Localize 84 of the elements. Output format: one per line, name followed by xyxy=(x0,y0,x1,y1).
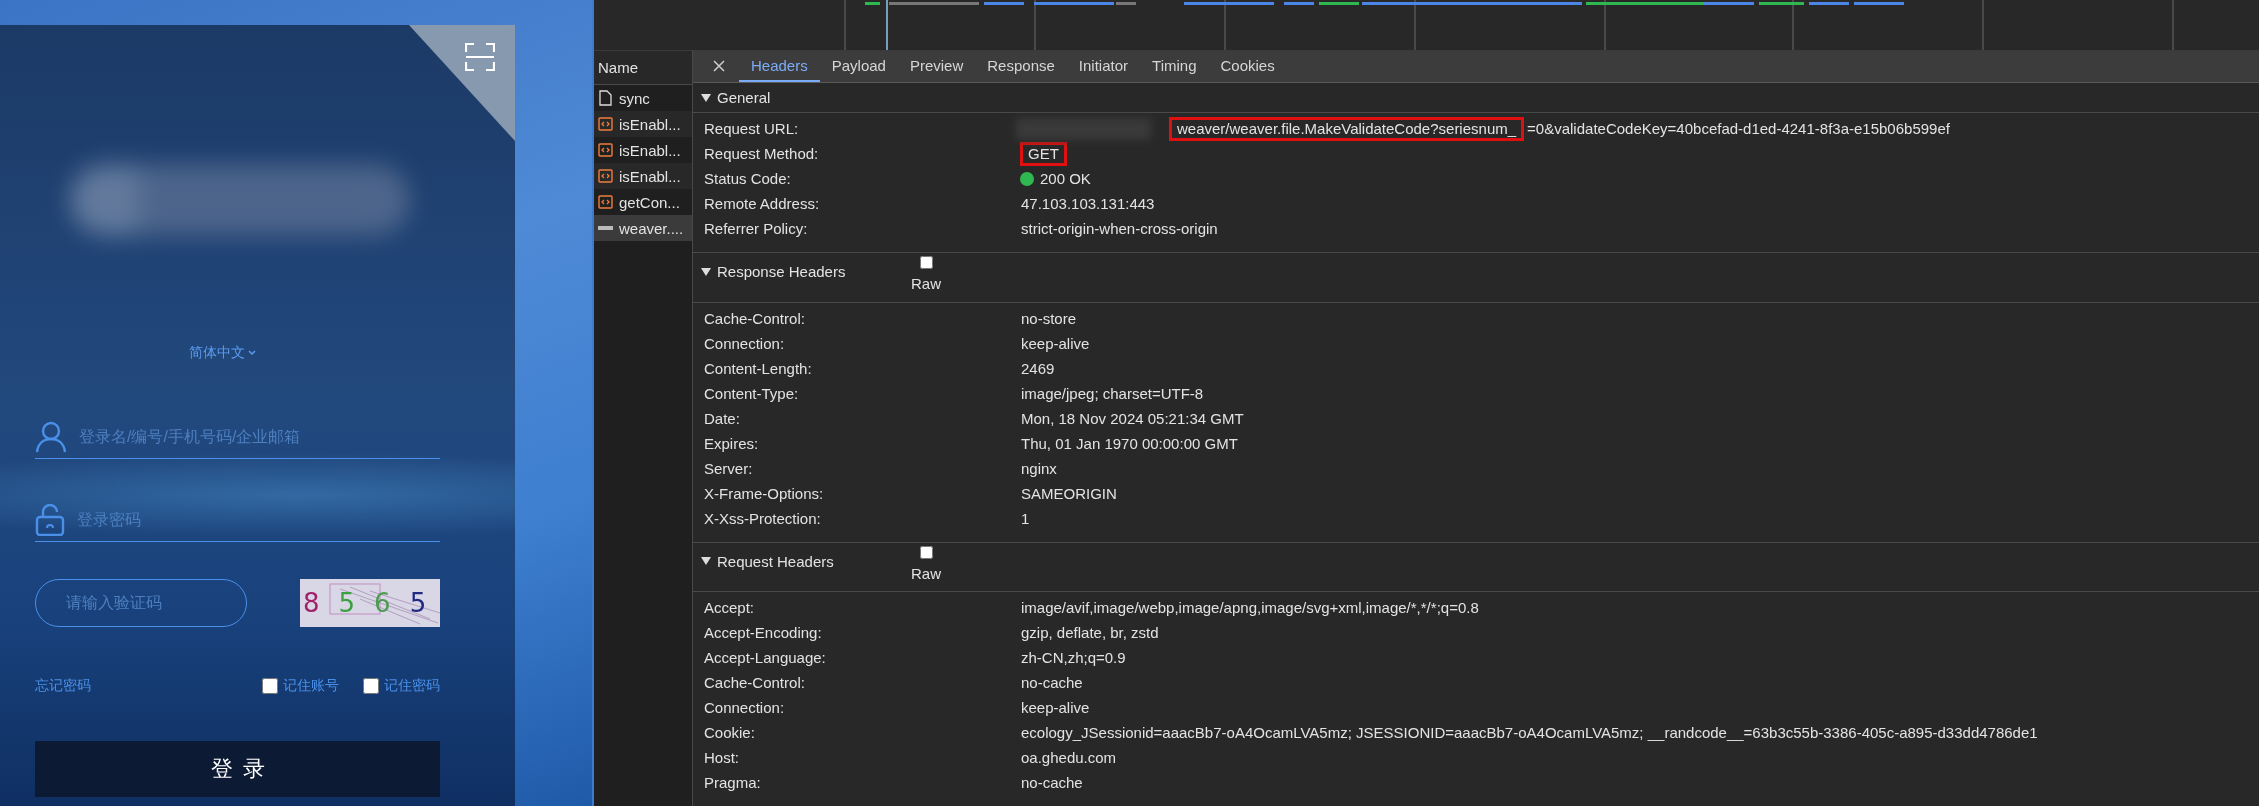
header-value: strict-origin-when-cross-origin xyxy=(1020,220,1219,238)
header-name: Pragma: xyxy=(704,774,762,791)
header-name: Cache-Control: xyxy=(704,674,806,691)
script-icon xyxy=(598,142,613,158)
section-header[interactable]: Request Headers xyxy=(701,552,911,570)
header-name: Content-Type: xyxy=(704,384,800,402)
header-value: keep-alive xyxy=(1020,699,1091,716)
tab[interactable]: Headers xyxy=(739,51,820,82)
captcha-field[interactable]: 请输入验证码 xyxy=(35,579,247,627)
header-name: Cache-Control: xyxy=(704,309,806,327)
header-value: ecology_JSessionid=aaacBb7-oA4OcamLVA5mz; JSESSIONID=aaacBb7-oA4OcamLVA5mz; __randcode__=63b3c55b-3386-405c-a895-d33dd4786de1 xyxy=(1020,724,2039,741)
column-header: Name xyxy=(594,50,692,85)
header-value: Thu, 01 Jan 1970 00:00:00 GMT xyxy=(1020,434,1239,452)
header-name: Server: xyxy=(704,459,754,477)
request-item[interactable]: isEnabl... xyxy=(594,111,692,137)
header-name: Accept-Encoding: xyxy=(704,624,823,641)
header-name: X-Xss-Protection: xyxy=(704,509,822,527)
remember-checkbox[interactable] xyxy=(363,678,379,694)
header-value: keep-alive xyxy=(1020,334,1091,352)
header-value: image/jpeg; charset=UTF-8 xyxy=(1020,384,1205,402)
close-icon xyxy=(713,60,725,73)
header-value: gzip, deflate, br, zstd xyxy=(1020,624,1160,641)
script-icon xyxy=(598,194,613,210)
header-value: no-cache xyxy=(1020,674,1084,691)
header-value: 200 OK xyxy=(1039,170,1092,188)
scan-icon[interactable] xyxy=(465,43,495,71)
section-header[interactable]: General xyxy=(701,89,911,106)
header-name: Connection: xyxy=(704,699,786,716)
header-name: Content-Length: xyxy=(704,359,813,377)
request-item[interactable]: sync xyxy=(594,85,692,111)
script-icon xyxy=(598,116,613,132)
header-name: Accept-Language: xyxy=(704,649,827,666)
request-item[interactable]: weaver.... xyxy=(594,215,692,241)
captcha-image[interactable]: 8565 xyxy=(300,579,440,627)
checkbox-label[interactable]: Raw xyxy=(911,275,941,293)
chevron-down-icon xyxy=(248,350,256,356)
header-name: Date: xyxy=(704,409,741,427)
tab[interactable]: Preview xyxy=(897,51,976,82)
header-name: Accept: xyxy=(704,599,756,616)
tab[interactable]: Cookies xyxy=(1208,51,1287,82)
tab[interactable]: Initiator xyxy=(1066,51,1141,82)
section-header[interactable]: Response Headers xyxy=(701,263,911,281)
username-field[interactable]: 登录名/编号/手机号码/企业邮箱 xyxy=(77,427,440,447)
tab[interactable]: Payload xyxy=(819,51,898,82)
unlock-icon xyxy=(35,504,65,536)
header-value: nginx xyxy=(1020,459,1058,477)
tab[interactable]: Timing xyxy=(1140,51,1209,82)
user-icon xyxy=(35,421,67,453)
checkbox-label[interactable]: Raw xyxy=(911,564,941,582)
header-value: 1 xyxy=(1020,509,1031,527)
header-name: Request URL: xyxy=(704,120,800,138)
image-icon xyxy=(598,226,613,230)
remember-checkbox[interactable] xyxy=(262,678,278,694)
header-value: no-store xyxy=(1020,309,1078,327)
header-value: weaver/weaver.file.MakeValidateCode?seriesnum_ xyxy=(1169,116,1525,141)
header-value: 2469 xyxy=(1020,359,1056,377)
header-value: Mon, 18 Nov 2024 05:21:34 GMT xyxy=(1020,409,1245,427)
request-item[interactable]: isEnabl... xyxy=(594,137,692,163)
password-field[interactable]: 登录密码 xyxy=(75,510,440,530)
script-icon xyxy=(598,168,613,184)
tab[interactable]: Response xyxy=(975,51,1067,82)
header-name: Remote Address: xyxy=(704,195,821,213)
header-name: Host: xyxy=(704,749,740,766)
request-item[interactable]: isEnabl... xyxy=(594,163,692,189)
header-name: Referrer Policy: xyxy=(704,220,809,238)
header-name: Connection: xyxy=(704,334,786,352)
request-item[interactable]: getCon... xyxy=(594,189,692,215)
header-value: oa.ghedu.com xyxy=(1020,749,1118,766)
raw-checkbox[interactable] xyxy=(919,545,933,559)
header-value: 47.103.103.131:443 xyxy=(1020,195,1156,213)
header-name: X-Frame-Options: xyxy=(704,484,825,502)
header-value: no-cache xyxy=(1020,774,1084,791)
raw-checkbox[interactable] xyxy=(919,256,933,270)
header-name: Status Code: xyxy=(704,170,792,188)
document-icon xyxy=(598,90,613,106)
header-value: SAMEORIGIN xyxy=(1020,484,1118,502)
header-name: Cookie: xyxy=(704,724,756,741)
header-value: image/avif,image/webp,image/apng,image/svg+xml,image/*,*/*;q=0.8 xyxy=(1020,599,1480,616)
header-name: Expires: xyxy=(704,434,760,452)
header-value: GET xyxy=(1020,141,1067,166)
header-value: zh-CN,zh;q=0.9 xyxy=(1020,649,1127,666)
header-name: Request Method: xyxy=(704,145,820,163)
header-value: =0&validateCodeKey=40bcefad-d1ed-4241-8f3a-e15b06b599ef xyxy=(1526,120,1951,138)
login-button[interactable]: 登录 xyxy=(35,741,440,797)
